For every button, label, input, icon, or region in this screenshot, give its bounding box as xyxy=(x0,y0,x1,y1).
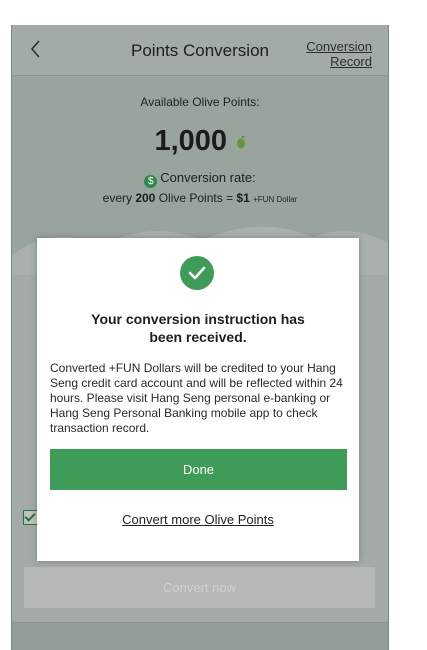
points-value: 1,000 xyxy=(154,125,228,157)
bottom-bar xyxy=(12,622,388,650)
rate-label-text: Conversion rate: xyxy=(160,170,256,185)
convert-now-button[interactable]: Convert now xyxy=(24,567,375,608)
record-link-line1: Conversion xyxy=(306,39,372,54)
record-link-line2: Record xyxy=(330,54,372,69)
check-circle-icon xyxy=(180,256,214,290)
conversion-rate-label: $ Conversion rate: xyxy=(12,170,388,188)
olive-icon xyxy=(236,135,245,148)
rate-unit: +FUN Dollar xyxy=(253,195,298,204)
dialog-title-line2: been received. xyxy=(149,329,247,345)
dollar-coin-icon: $ xyxy=(144,175,158,188)
rate-points: 200 xyxy=(135,191,156,205)
rate-dollar: $1 xyxy=(236,191,250,205)
top-bar: Points Conversion Conversion Record xyxy=(12,25,388,76)
terms-checkbox[interactable] xyxy=(23,510,38,525)
confirmation-dialog: Your conversion instruction has been rec… xyxy=(37,238,359,561)
points-balance: 1,000 xyxy=(12,125,388,158)
conversion-record-link[interactable]: Conversion Record xyxy=(306,39,372,69)
dialog-title: Your conversion instruction has been rec… xyxy=(57,310,339,346)
dialog-title-line1: Your conversion instruction has xyxy=(91,311,305,327)
convert-more-link[interactable]: Convert more Olive Points xyxy=(37,512,359,527)
done-button[interactable]: Done xyxy=(50,449,347,490)
conversion-rate-detail: every 200 Olive Points = $1 +FUN Dollar xyxy=(12,191,388,205)
dialog-message: Converted +FUN Dollars will be credited … xyxy=(50,361,343,435)
rate-prefix: every xyxy=(102,191,132,205)
rate-mid: Olive Points = xyxy=(158,191,234,205)
available-points-label: Available Olive Points: xyxy=(140,95,260,109)
